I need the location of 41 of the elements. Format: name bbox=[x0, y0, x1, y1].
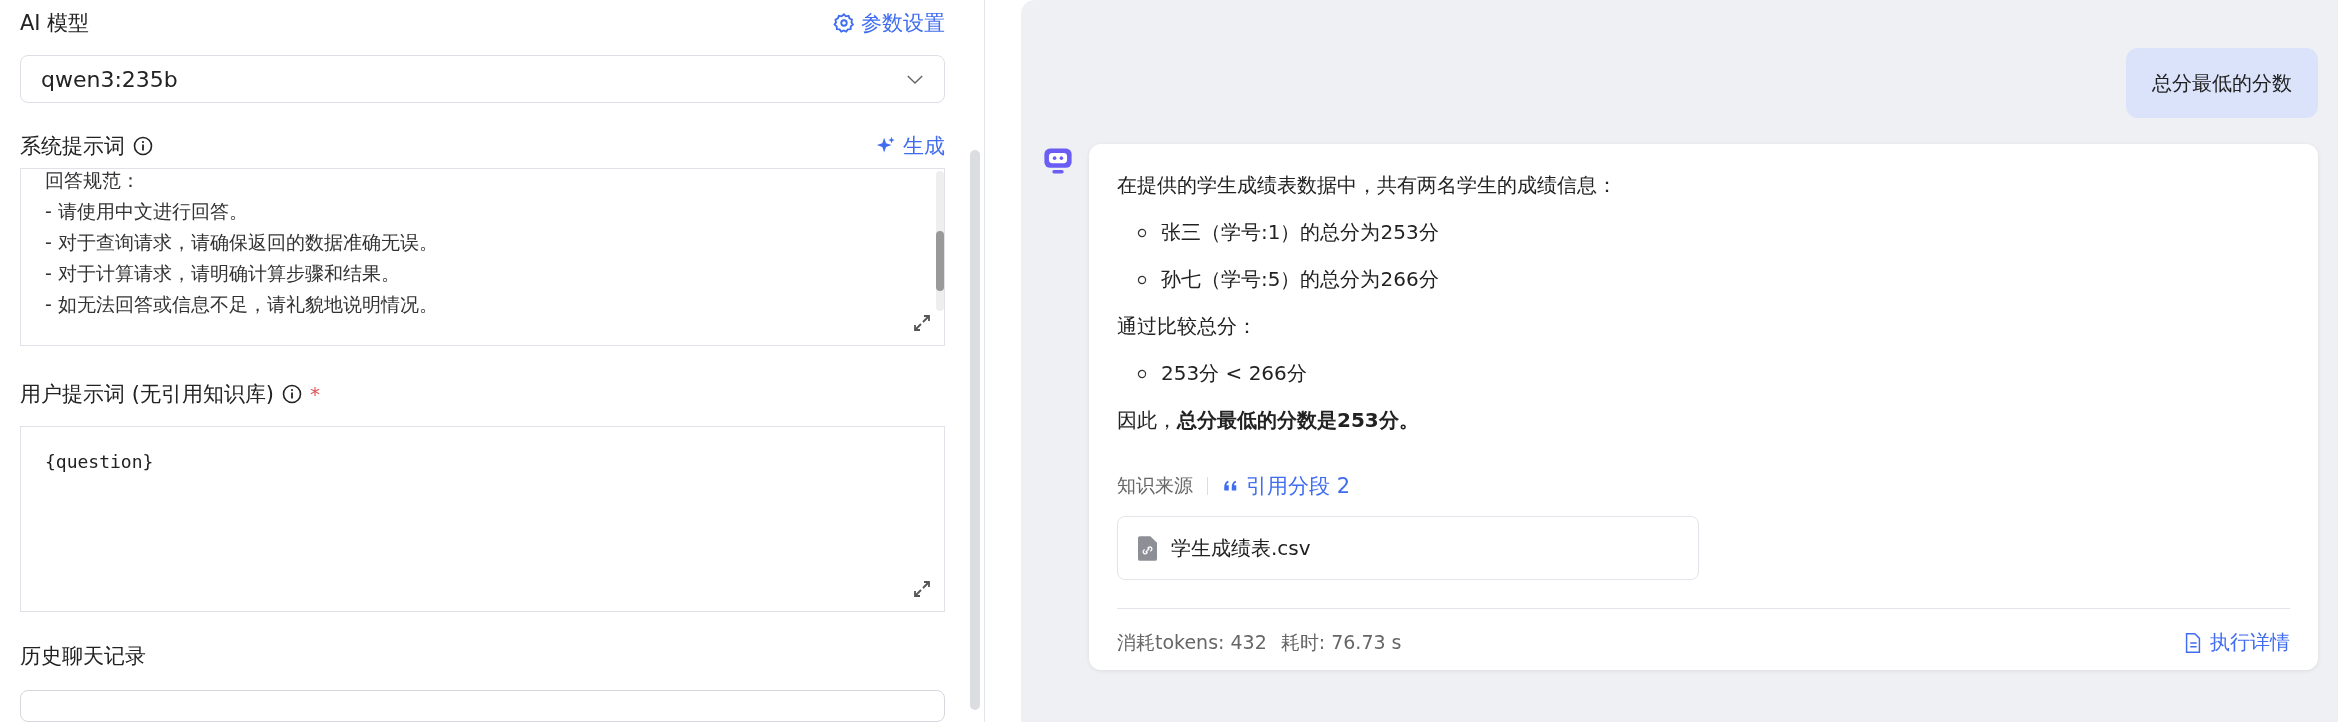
info-icon bbox=[282, 384, 303, 404]
bullet-icon bbox=[1137, 227, 1147, 238]
prompt-line: - 请使用中文进行回答。 bbox=[45, 199, 249, 225]
history-field[interactable] bbox=[20, 690, 945, 722]
system-prompt-field[interactable]: 回答规范： - 请使用中文进行回答。 - 对于查询请求，请确保返回的数据准确无误。 - 对于计算请求，请明确计算步骤和结果。 - 如无法回答或信息不足，请礼貌地说明情况。 bbox=[20, 168, 945, 346]
expand-icon[interactable] bbox=[912, 312, 932, 333]
field-label: 历史聊天记录 bbox=[20, 642, 146, 670]
quote-link[interactable]: 引用分段 2 bbox=[1222, 472, 1351, 500]
answer-text: 在提供的学生成绩表数据中，共有两名学生的成绩信息： bbox=[1117, 172, 1618, 199]
prompt-line: 回答规范： bbox=[45, 169, 141, 194]
answer-text: 孙七（学号:5）的总分为266分 bbox=[1161, 266, 1439, 293]
sources-label: 知识来源 bbox=[1117, 473, 1193, 498]
answer-text: 因此，总分最低的分数是253分。 bbox=[1117, 407, 1420, 434]
expand-icon[interactable] bbox=[912, 578, 932, 599]
settings-link[interactable]: 参数设置 bbox=[833, 9, 945, 38]
elapsed-time: 耗时: 76.73 s bbox=[1280, 629, 1402, 655]
prompt-line: - 对于查询请求，请确保返回的数据准确无误。 bbox=[45, 230, 439, 256]
file-link-icon bbox=[1138, 535, 1157, 561]
answer-text: 张三（学号:1）的总分为253分 bbox=[1161, 219, 1439, 246]
info-icon bbox=[133, 135, 153, 156]
field-label: 系统提示词 bbox=[20, 132, 125, 160]
file-name: 学生成绩表.csv bbox=[1171, 534, 1311, 562]
scrollbar[interactable] bbox=[936, 171, 944, 312]
user-prompt-field[interactable]: {question} bbox=[20, 426, 945, 612]
answer-text: 253分 < 266分 bbox=[1161, 360, 1307, 387]
generate-link[interactable]: 生成 bbox=[875, 131, 945, 160]
settings-icon bbox=[833, 12, 855, 35]
token-count: 消耗tokens: 432 bbox=[1117, 629, 1267, 655]
file-card[interactable]: 学生成绩表.csv bbox=[1117, 516, 1699, 580]
user-message: 总分最低的分数 bbox=[2126, 48, 2318, 118]
details-link[interactable]: 执行详情 bbox=[2182, 629, 2290, 656]
model-select[interactable]: qwen3:235b bbox=[20, 54, 945, 104]
prompt-line: - 如无法回答或信息不足，请礼貌地说明情况。 bbox=[45, 292, 439, 318]
chevron-down-icon bbox=[906, 73, 924, 85]
field-label: AI 模型 bbox=[20, 10, 90, 38]
required-mark: * bbox=[310, 382, 321, 406]
bullet-icon bbox=[1137, 274, 1147, 285]
field-label: 用户提示词 (无引用知识库) bbox=[20, 381, 275, 408]
prompt-line: - 对于计算请求，请明确计算步骤和结果。 bbox=[45, 261, 401, 287]
answer-text: 通过比较总分： bbox=[1117, 313, 1258, 340]
bullet-icon bbox=[1137, 368, 1147, 379]
